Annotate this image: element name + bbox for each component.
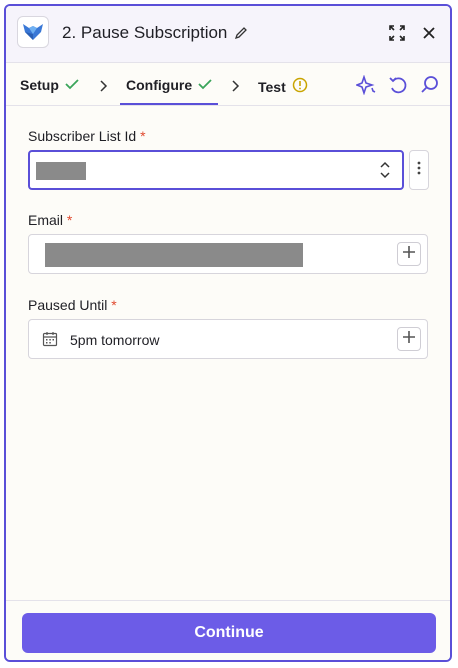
- warning-circle-icon: [292, 77, 308, 96]
- check-icon: [65, 77, 79, 93]
- panel-footer: Continue: [6, 600, 450, 660]
- check-icon: [198, 77, 212, 93]
- insert-data-button[interactable]: [397, 327, 421, 351]
- step-panel: 2. Pause Subscription Setup Configure Te…: [4, 4, 452, 662]
- select-arrows-icon: [380, 161, 390, 184]
- tab-test[interactable]: Test: [258, 77, 308, 96]
- tab-configure-label: Configure: [126, 77, 193, 93]
- step-title: 2. Pause Subscription: [62, 23, 228, 42]
- redacted-value: [36, 162, 86, 180]
- plus-icon: [403, 245, 415, 263]
- sparkle-icon[interactable]: [354, 74, 376, 100]
- more-vertical-icon: [417, 161, 421, 180]
- panel-header: 2. Pause Subscription: [6, 6, 450, 63]
- search-icon[interactable]: [420, 75, 440, 100]
- insert-data-button[interactable]: [397, 242, 421, 266]
- tab-setup[interactable]: Setup: [20, 77, 79, 93]
- email-label: Email *: [28, 212, 73, 228]
- expand-icon[interactable]: [388, 24, 406, 47]
- chevron-right-icon: [100, 79, 108, 97]
- email-field[interactable]: [28, 234, 428, 274]
- redacted-value: [45, 243, 303, 267]
- continue-button[interactable]: Continue: [22, 613, 436, 653]
- step-tabs: Setup Configure Test: [6, 63, 450, 106]
- required-mark: *: [111, 297, 117, 313]
- undo-icon[interactable]: [388, 75, 408, 100]
- paused-until-field[interactable]: 5pm tomorrow: [28, 319, 428, 359]
- pencil-icon[interactable]: [234, 26, 248, 45]
- app-logo-icon: [17, 16, 49, 48]
- tab-test-label: Test: [258, 78, 286, 95]
- field-options-button[interactable]: [409, 150, 429, 190]
- tab-setup-label: Setup: [20, 77, 59, 93]
- tab-configure[interactable]: Configure: [126, 77, 212, 93]
- close-icon[interactable]: [423, 26, 435, 44]
- chevron-right-icon: [232, 79, 240, 97]
- plus-icon: [403, 330, 415, 348]
- paused-until-value: 5pm tomorrow: [70, 332, 160, 348]
- required-mark: *: [66, 212, 73, 228]
- subscriber-list-label: Subscriber List Id *: [28, 128, 146, 144]
- active-tab-indicator: [120, 103, 218, 105]
- subscriber-list-select[interactable]: [28, 150, 404, 190]
- calendar-icon: [42, 331, 58, 352]
- required-mark: *: [140, 128, 146, 144]
- paused-until-label: Paused Until *: [28, 297, 117, 313]
